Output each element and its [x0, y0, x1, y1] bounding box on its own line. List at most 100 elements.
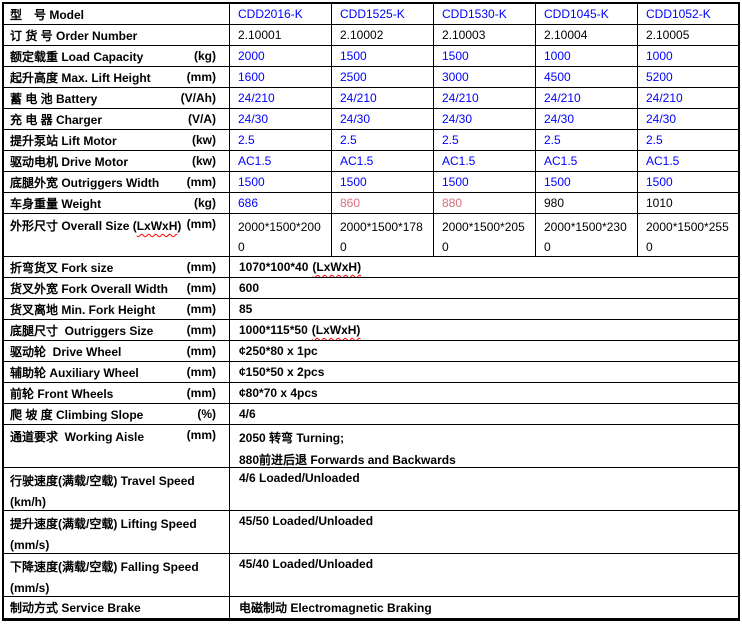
spec-value: 4/6	[230, 404, 738, 424]
spec-value: 1000*115*50(LxWxH)	[230, 320, 738, 340]
label-text: 通道要求 Working Aisle	[10, 428, 144, 445]
label-text: 底腿外宽 Outriggers Width	[10, 174, 159, 191]
spec-value: 2.10005	[638, 25, 738, 45]
spec-value: 24/30	[536, 109, 638, 129]
label-text: 制动方式 Service Brake	[10, 599, 141, 616]
table-row-drive-wheel: 驱动轮 Drive Wheel (mm) ¢250*80 x 1pc	[4, 341, 738, 362]
table-row-service-brake: 制动方式 Service Brake 电磁制动 Electromagnetic …	[4, 597, 738, 618]
label-unit: (kw)	[192, 154, 216, 168]
table-row-weight: 车身重量 Weight (kg) 686 860 880 980 1010	[4, 193, 738, 214]
spec-label: 额定载重 Load Capacity (kg)	[4, 46, 230, 66]
spec-value: 24/30	[434, 109, 536, 129]
spec-label: 底腿尺寸 Outriggers Size (mm)	[4, 320, 230, 340]
table-row-charger: 充 电 器 Charger (V/A) 24/30 24/30 24/30 24…	[4, 109, 738, 130]
label-unit: (mm)	[187, 344, 216, 358]
table-row-load-capacity: 额定载重 Load Capacity (kg) 2000 1500 1500 1…	[4, 46, 738, 67]
label-unit: (kg)	[194, 49, 216, 63]
label-text: 型 号 Model	[10, 6, 84, 23]
spec-label: 提升泵站 Lift Motor (kw)	[4, 130, 230, 150]
spec-value: 2.5	[434, 130, 536, 150]
spec-value: 1070*100*40(LxWxH)	[230, 257, 738, 277]
spec-table: 型 号 Model CDD2016-K CDD1525-K CDD1530-K …	[2, 2, 740, 621]
label-text: 提升泵站 Lift Motor	[10, 132, 117, 149]
spec-value: AC1.5	[434, 151, 536, 171]
label-unit: (mm)	[187, 386, 216, 400]
spec-value: AC1.5	[332, 151, 434, 171]
spec-value: 1500	[332, 172, 434, 192]
spec-label: 爬 坡 度 Climbing Slope (%)	[4, 404, 230, 424]
spec-value: 2000*1500*2300	[536, 214, 638, 256]
label-text: 额定载重 Load Capacity	[10, 48, 143, 65]
spec-value: 1600	[230, 67, 332, 87]
label-text: 蓄 电 池 Battery	[10, 90, 97, 107]
label-text: 提升速度(满载/空载) Lifting Speed	[10, 514, 216, 535]
spec-value: 2000*1500*2050	[434, 214, 536, 256]
label-text: 行驶速度(满载/空载) Travel Speed	[10, 471, 216, 492]
spec-value: 1500	[230, 172, 332, 192]
table-row-order-number: 订 货 号 Order Number 2.10001 2.10002 2.100…	[4, 25, 738, 46]
spec-sheet: 型 号 Model CDD2016-K CDD1525-K CDD1530-K …	[0, 0, 742, 627]
spec-label: 蓄 电 池 Battery (V/Ah)	[4, 88, 230, 108]
label-unit: (mm)	[187, 217, 216, 231]
spec-label: 底腿外宽 Outriggers Width (mm)	[4, 172, 230, 192]
spellcheck-wavy-underline: (LxWxH)	[312, 260, 361, 274]
spec-value: 24/210	[332, 88, 434, 108]
spec-label: 制动方式 Service Brake	[4, 597, 230, 618]
spec-value: 2.5	[230, 130, 332, 150]
spec-value: CDD1052-K	[638, 4, 738, 24]
label-unit: (kw)	[192, 133, 216, 147]
spec-label: 外形尺寸 Overall Size (LxWxH) (mm)	[4, 214, 230, 256]
spec-value: 2.5	[332, 130, 434, 150]
label-text: 爬 坡 度 Climbing Slope	[10, 406, 143, 423]
label-unit: (mm)	[187, 175, 216, 189]
spec-value: AC1.5	[638, 151, 738, 171]
spec-value: 2000*1500*2000	[230, 214, 332, 256]
spec-value: 2050 转弯 Turning; 880前进后退 Forwards and Ba…	[230, 425, 738, 467]
table-row-lift-motor: 提升泵站 Lift Motor (kw) 2.5 2.5 2.5 2.5 2.5	[4, 130, 738, 151]
spec-value: 24/30	[230, 109, 332, 129]
spec-label: 驱动电机 Drive Motor (kw)	[4, 151, 230, 171]
spec-value: 3000	[434, 67, 536, 87]
spec-value: 电磁制动 Electromagnetic Braking	[230, 597, 738, 618]
spec-value: AC1.5	[230, 151, 332, 171]
spec-value: ¢250*80 x 1pc	[230, 341, 738, 361]
spec-value: CDD1045-K	[536, 4, 638, 24]
label-text: 订 货 号 Order Number	[10, 27, 137, 44]
label-unit: (kg)	[194, 196, 216, 210]
label-unit: (mm/s)	[10, 578, 216, 596]
table-row-overall-size: 外形尺寸 Overall Size (LxWxH) (mm) 2000*1500…	[4, 214, 738, 257]
spec-value: 4500	[536, 67, 638, 87]
spec-label: 货叉外宽 Fork Overall Width (mm)	[4, 278, 230, 298]
label-unit: (mm)	[187, 365, 216, 379]
spec-value: 4/6 Loaded/Unloaded	[230, 468, 738, 510]
spec-value: 24/30	[332, 109, 434, 129]
table-row-fork-size: 折弯货叉 Fork size (mm) 1070*100*40(LxWxH)	[4, 257, 738, 278]
table-row-min-fork-height: 货叉离地 Min. Fork Height (mm) 85	[4, 299, 738, 320]
spec-value: 2000*1500*1780	[332, 214, 434, 256]
spec-value: 1500	[434, 172, 536, 192]
spec-value: 2.10003	[434, 25, 536, 45]
spec-value: 1500	[332, 46, 434, 66]
table-row-auxiliary-wheel: 辅助轮 Auxiliary Wheel (mm) ¢150*50 x 2pcs	[4, 362, 738, 383]
label-text: 驱动电机 Drive Motor	[10, 153, 128, 170]
spec-label: 通道要求 Working Aisle (mm)	[4, 425, 230, 467]
spec-value: 2.10004	[536, 25, 638, 45]
spec-label: 型 号 Model	[4, 4, 230, 24]
label-unit: (mm)	[187, 281, 216, 295]
spec-label: 提升速度(满载/空载) Lifting Speed (mm/s)	[4, 511, 230, 553]
spec-label: 货叉离地 Min. Fork Height (mm)	[4, 299, 230, 319]
spec-value: 1500	[638, 172, 738, 192]
spec-value: 24/210	[638, 88, 738, 108]
table-row-falling-speed: 下降速度(满载/空载) Falling Speed (mm/s) 45/40 L…	[4, 554, 738, 597]
label-unit: (mm/s)	[10, 535, 216, 553]
table-row-outriggers-size: 底腿尺寸 Outriggers Size (mm) 1000*115*50(Lx…	[4, 320, 738, 341]
label-text: 车身重量 Weight	[10, 195, 101, 212]
label-unit: (mm)	[187, 428, 216, 442]
spec-label: 折弯货叉 Fork size (mm)	[4, 257, 230, 277]
spec-value: 24/30	[638, 109, 738, 129]
label-text: 下降速度(满载/空载) Falling Speed	[10, 557, 216, 578]
label-unit: (mm)	[187, 70, 216, 84]
table-row-lifting-speed: 提升速度(满载/空载) Lifting Speed (mm/s) 45/50 L…	[4, 511, 738, 554]
label-text: 外形尺寸 Overall Size (LxWxH)	[10, 217, 181, 234]
label-unit: (mm)	[187, 302, 216, 316]
